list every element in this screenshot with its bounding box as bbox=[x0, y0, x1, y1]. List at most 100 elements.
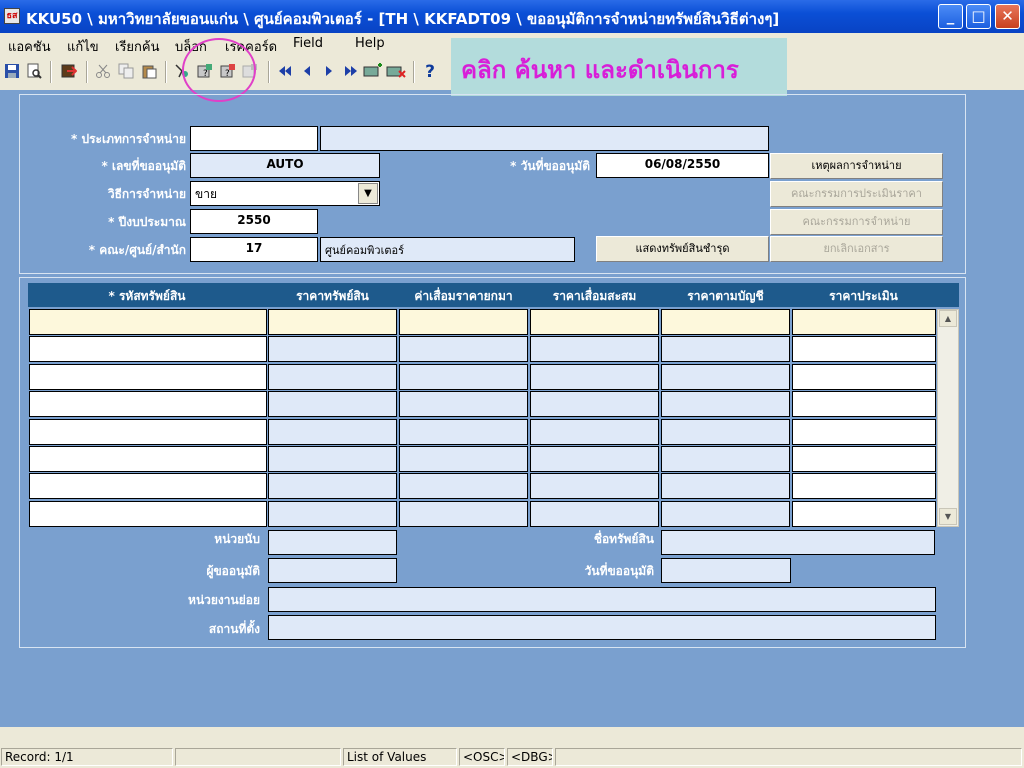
menu-query[interactable]: เรียกค้น bbox=[115, 36, 160, 57]
reason-button[interactable]: เหตุผลการจำหน่าย bbox=[770, 153, 943, 179]
scroll-up-icon[interactable]: ▲ bbox=[939, 310, 957, 327]
last-record-icon[interactable] bbox=[342, 63, 360, 81]
print-preview-icon[interactable] bbox=[25, 63, 43, 81]
depreciation-forward-cell[interactable] bbox=[399, 364, 528, 390]
appraisal-price-cell[interactable] bbox=[792, 391, 936, 417]
depreciation-forward-cell[interactable] bbox=[399, 309, 528, 335]
depreciation-forward-cell[interactable] bbox=[399, 419, 528, 445]
asset-code-cell[interactable] bbox=[29, 446, 267, 472]
menu-action[interactable]: แอคชัน bbox=[8, 36, 51, 57]
budget-year-field[interactable]: 2550 bbox=[190, 209, 318, 234]
toolbar-separator bbox=[413, 61, 415, 83]
asset-price-cell[interactable] bbox=[268, 364, 397, 390]
accumulated-depreciation-cell[interactable] bbox=[530, 501, 659, 527]
status-osc: <OSC> bbox=[459, 748, 505, 766]
budget-year-label: * ปีงบประมาณ bbox=[108, 215, 186, 229]
previous-record-icon[interactable] bbox=[298, 63, 316, 81]
asset-price-cell[interactable] bbox=[268, 336, 397, 362]
unit-field[interactable] bbox=[268, 530, 397, 555]
depreciation-forward-cell[interactable] bbox=[399, 446, 528, 472]
accumulated-depreciation-cell[interactable] bbox=[530, 336, 659, 362]
maximize-button[interactable]: □ bbox=[966, 4, 991, 29]
scroll-down-icon[interactable]: ▼ bbox=[939, 508, 957, 525]
menu-edit[interactable]: แก้ไข bbox=[67, 36, 99, 57]
cancel-document-button[interactable]: ยกเลิกเอกสาร bbox=[770, 236, 943, 262]
depreciation-forward-cell[interactable] bbox=[399, 501, 528, 527]
book-value-cell[interactable] bbox=[661, 391, 790, 417]
depreciation-forward-cell[interactable] bbox=[399, 336, 528, 362]
status-empty bbox=[175, 748, 341, 766]
asset-price-cell[interactable] bbox=[268, 446, 397, 472]
asset-code-cell[interactable] bbox=[29, 309, 267, 335]
depreciation-forward-cell[interactable] bbox=[399, 391, 528, 417]
appraisal-price-cell[interactable] bbox=[792, 364, 936, 390]
appraisal-price-cell[interactable] bbox=[792, 473, 936, 499]
accumulated-depreciation-cell[interactable] bbox=[530, 364, 659, 390]
close-button[interactable]: ✕ bbox=[995, 4, 1020, 29]
toolbar-separator bbox=[50, 61, 52, 83]
menu-field[interactable]: Field bbox=[293, 36, 323, 51]
asset-price-cell[interactable] bbox=[268, 391, 397, 417]
asset-price-cell[interactable] bbox=[268, 473, 397, 499]
asset-code-cell[interactable] bbox=[29, 336, 267, 362]
asset-code-cell[interactable] bbox=[29, 364, 267, 390]
minimize-button[interactable]: _ bbox=[938, 4, 963, 29]
exit-icon[interactable] bbox=[60, 63, 78, 81]
appraisal-price-cell[interactable] bbox=[792, 446, 936, 472]
accumulated-depreciation-cell[interactable] bbox=[530, 473, 659, 499]
paste-icon[interactable] bbox=[140, 63, 158, 81]
save-icon[interactable] bbox=[3, 63, 21, 81]
approve-date-field[interactable] bbox=[661, 558, 791, 583]
request-no-field[interactable]: AUTO bbox=[190, 153, 380, 178]
disposal-type-label: * ประเภทการจำหน่าย bbox=[71, 132, 186, 146]
asset-price-cell[interactable] bbox=[268, 501, 397, 527]
next-record-icon[interactable] bbox=[320, 63, 338, 81]
menu-help[interactable]: Help bbox=[355, 36, 385, 51]
location-field[interactable] bbox=[268, 615, 936, 640]
asset-price-cell[interactable] bbox=[268, 419, 397, 445]
vertical-scrollbar[interactable]: ▲ ▼ bbox=[937, 309, 959, 527]
price-committee-button[interactable]: คณะกรรมการประเมินราคา bbox=[770, 181, 943, 207]
book-value-cell[interactable] bbox=[661, 364, 790, 390]
appraisal-price-cell[interactable] bbox=[792, 309, 936, 335]
appraisal-price-cell[interactable] bbox=[792, 336, 936, 362]
asset-name-label: ชื่อทรัพย์สิน bbox=[593, 532, 654, 546]
accumulated-depreciation-cell[interactable] bbox=[530, 391, 659, 417]
help-icon[interactable]: ? bbox=[421, 63, 439, 81]
method-select[interactable]: ขาย ▼ bbox=[190, 181, 380, 206]
delete-record-icon[interactable] bbox=[386, 63, 406, 81]
asset-code-cell[interactable] bbox=[29, 391, 267, 417]
copy-icon[interactable] bbox=[117, 63, 135, 81]
book-value-cell[interactable] bbox=[661, 309, 790, 335]
depreciation-forward-cell[interactable] bbox=[399, 473, 528, 499]
sub-unit-field[interactable] bbox=[268, 587, 936, 612]
appraisal-price-cell[interactable] bbox=[792, 501, 936, 527]
disposal-committee-button[interactable]: คณะกรรมการจำหน่าย bbox=[770, 209, 943, 235]
faculty-code-field[interactable]: 17 bbox=[190, 237, 318, 262]
insert-record-icon[interactable] bbox=[363, 63, 382, 81]
book-value-cell[interactable] bbox=[661, 419, 790, 445]
asset-code-cell[interactable] bbox=[29, 419, 267, 445]
request-date-field[interactable]: 06/08/2550 bbox=[596, 153, 769, 178]
show-damaged-button[interactable]: แสดงทรัพย์สินชำรุด bbox=[596, 236, 769, 262]
first-record-icon[interactable] bbox=[276, 63, 294, 81]
cut-icon[interactable] bbox=[94, 63, 112, 81]
app-icon[interactable]: ธส bbox=[4, 8, 20, 24]
book-value-cell[interactable] bbox=[661, 446, 790, 472]
book-value-cell[interactable] bbox=[661, 473, 790, 499]
status-message bbox=[555, 748, 1022, 766]
hint-text: คลิก ค้นหา และดำเนินการ bbox=[461, 56, 739, 84]
book-value-cell[interactable] bbox=[661, 501, 790, 527]
chevron-down-icon[interactable]: ▼ bbox=[358, 183, 378, 204]
asset-code-cell[interactable] bbox=[29, 501, 267, 527]
asset-name-field[interactable] bbox=[661, 530, 935, 555]
requester-field[interactable] bbox=[268, 558, 397, 583]
asset-code-cell[interactable] bbox=[29, 473, 267, 499]
asset-price-cell[interactable] bbox=[268, 309, 397, 335]
accumulated-depreciation-cell[interactable] bbox=[530, 446, 659, 472]
accumulated-depreciation-cell[interactable] bbox=[530, 419, 659, 445]
accumulated-depreciation-cell[interactable] bbox=[530, 309, 659, 335]
appraisal-price-cell[interactable] bbox=[792, 419, 936, 445]
book-value-cell[interactable] bbox=[661, 336, 790, 362]
disposal-type-field[interactable] bbox=[190, 126, 318, 151]
